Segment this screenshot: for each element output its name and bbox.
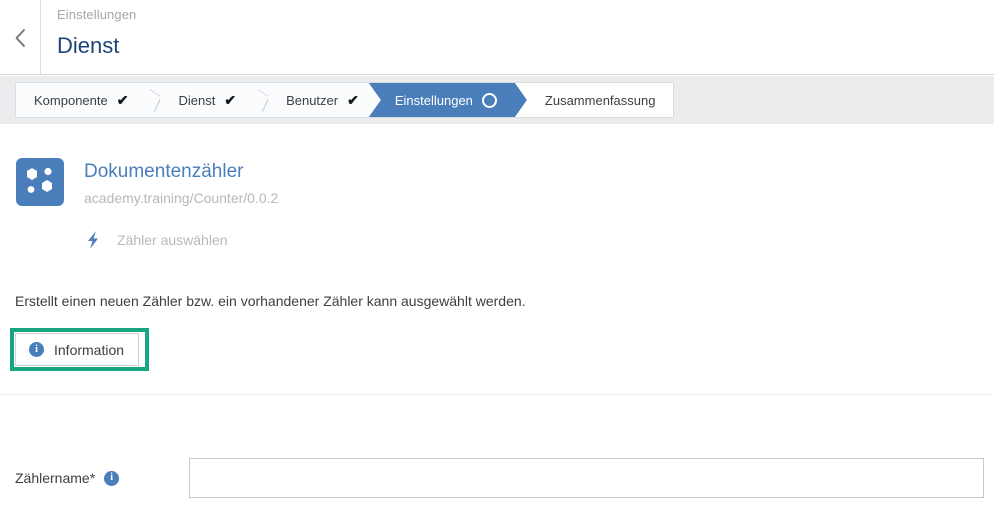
wizard-step-label: Komponente [34, 92, 108, 108]
circle-outline-icon [482, 93, 497, 108]
app-version: academy.training/Counter/0.0.2 [84, 190, 279, 206]
header-divider [40, 0, 41, 75]
select-counter-row[interactable]: Zähler auswählen [85, 230, 228, 250]
app-name: Dokumentenzähler [84, 161, 244, 182]
wizard-step-label: Zusammenfassung [544, 92, 656, 108]
page-title: Dienst [57, 33, 120, 58]
chevron-left-icon [14, 28, 27, 48]
wizard-step-benutzer[interactable]: Benutzer ✔ [268, 83, 377, 117]
wizard-step-label: Einstellungen [394, 92, 473, 108]
counter-name-label-group: Zählername* i [15, 458, 120, 498]
info-icon[interactable]: i [104, 470, 120, 486]
info-icon: i [29, 342, 44, 357]
wizard-step-einstellungen[interactable]: Einstellungen [369, 83, 527, 117]
check-icon: ✔ [224, 92, 237, 108]
wizard-step-label: Dienst [178, 92, 216, 108]
counter-name-input[interactable] [189, 458, 984, 498]
wizard-bar: Komponente ✔ Dienst ✔ Benutzer ✔ Einstel… [0, 76, 994, 199]
description-text: Erstellt einen neuen Zähler bzw. ein vor… [15, 293, 526, 309]
wizard-steps: Komponente ✔ Dienst ✔ Benutzer ✔ Einstel… [15, 82, 675, 118]
wizard-separator [146, 83, 161, 117]
wizard-step-label: Benutzer [286, 92, 339, 108]
molecule-app-icon [16, 158, 64, 206]
app-root: Einstellungen Dienst Komponente ✔ Dienst… [0, 0, 994, 507]
wizard-separator [254, 83, 269, 117]
information-button[interactable]: i Information [15, 333, 140, 366]
lightning-bolt-icon [85, 230, 101, 250]
app-summary: Dokumentenzähler academy.training/Counte… [16, 158, 278, 208]
check-icon: ✔ [347, 92, 359, 108]
section-divider [0, 394, 994, 395]
header-text-group: Einstellungen Dienst [57, 6, 136, 61]
check-icon: ✔ [116, 92, 129, 108]
select-counter-label: Zähler auswählen [117, 232, 228, 248]
app-meta: Dokumentenzähler academy.training/Counte… [84, 158, 278, 208]
information-button-label: Information [54, 341, 125, 358]
breadcrumb[interactable]: Einstellungen [57, 6, 136, 24]
counter-name-form-row: Zählername* i [0, 458, 994, 498]
wizard-step-dienst[interactable]: Dienst ✔ [160, 83, 255, 117]
counter-name-label: Zählername* [15, 470, 96, 486]
wizard-step-zusammenfassung[interactable]: Zusammenfassung [526, 83, 674, 117]
content-area: Dokumentenzähler academy.training/Counte… [0, 124, 994, 507]
back-button[interactable] [0, 0, 40, 75]
wizard-step-komponente[interactable]: Komponente ✔ [16, 83, 147, 117]
page-header: Einstellungen Dienst [0, 0, 994, 75]
